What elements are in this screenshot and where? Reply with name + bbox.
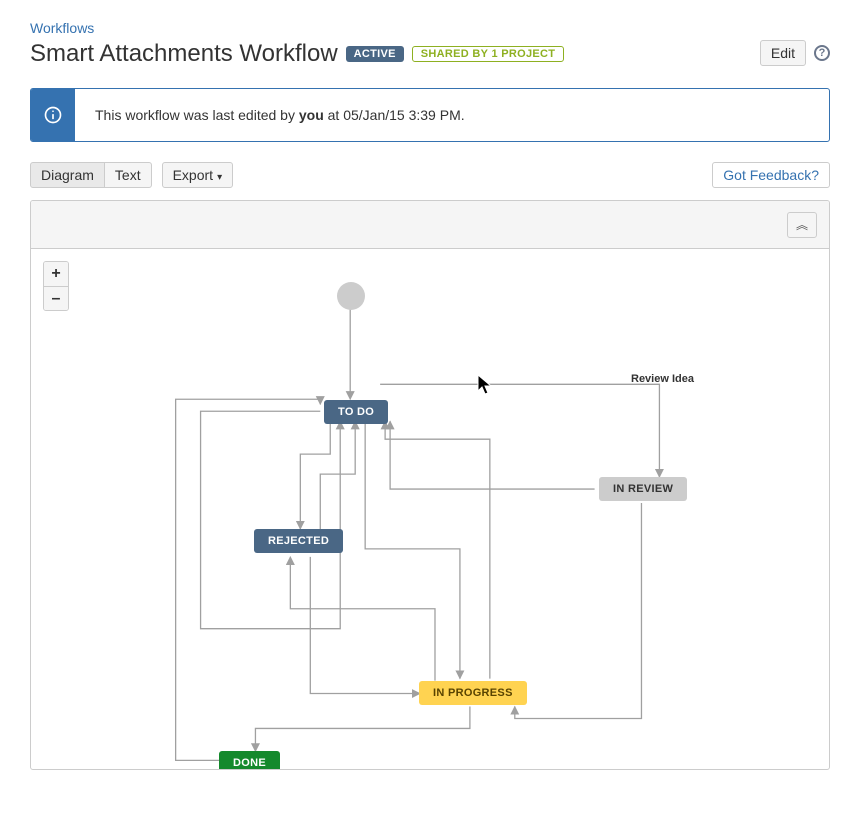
- info-text: This workflow was last edited by you at …: [75, 89, 485, 141]
- node-todo[interactable]: TO DO: [324, 400, 388, 424]
- zoom-out-button[interactable]: –: [44, 286, 68, 310]
- node-rejected[interactable]: REJECTED: [254, 529, 343, 553]
- canvas-toolbar: ︽: [31, 201, 829, 249]
- header-actions: Edit ?: [760, 40, 830, 66]
- shared-badge: SHARED BY 1 PROJECT: [412, 46, 564, 62]
- edit-button[interactable]: Edit: [760, 40, 806, 66]
- export-button[interactable]: Export▾: [162, 162, 234, 188]
- transition-label-review-idea[interactable]: Review Idea: [631, 373, 694, 385]
- zoom-controls: + –: [43, 261, 69, 311]
- caret-down-icon: ▾: [217, 172, 222, 183]
- view-mode-toggle: Diagram Text: [30, 162, 152, 188]
- help-icon[interactable]: ?: [814, 45, 830, 61]
- toolbar-left: Diagram Text Export▾: [30, 162, 233, 188]
- info-banner: This workflow was last edited by you at …: [30, 88, 830, 142]
- title-group: Smart Attachments Workflow ACTIVE SHARED…: [30, 40, 564, 68]
- cursor-icon: [476, 373, 496, 400]
- feedback-button[interactable]: Got Feedback?: [712, 162, 830, 188]
- collapse-button[interactable]: ︽: [787, 212, 817, 238]
- breadcrumb-link[interactable]: Workflows: [30, 20, 94, 36]
- workflow-diagram[interactable]: TO DO IN REVIEW REJECTED IN PROGRESS DON…: [31, 249, 829, 769]
- start-node[interactable]: [337, 282, 365, 310]
- node-in-review[interactable]: IN REVIEW: [599, 477, 687, 501]
- tab-text[interactable]: Text: [104, 162, 152, 188]
- toolbar: Diagram Text Export▾ Got Feedback?: [30, 162, 830, 188]
- info-icon: [31, 89, 75, 141]
- node-in-progress[interactable]: IN PROGRESS: [419, 681, 527, 705]
- status-badge-active: ACTIVE: [346, 46, 404, 62]
- diagram-canvas: ︽ + –: [30, 200, 830, 770]
- page-title: Smart Attachments Workflow: [30, 40, 338, 68]
- breadcrumb: Workflows: [30, 20, 830, 36]
- tab-diagram[interactable]: Diagram: [30, 162, 105, 188]
- header: Smart Attachments Workflow ACTIVE SHARED…: [30, 40, 830, 68]
- node-done[interactable]: DONE: [219, 751, 280, 770]
- zoom-in-button[interactable]: +: [44, 262, 68, 286]
